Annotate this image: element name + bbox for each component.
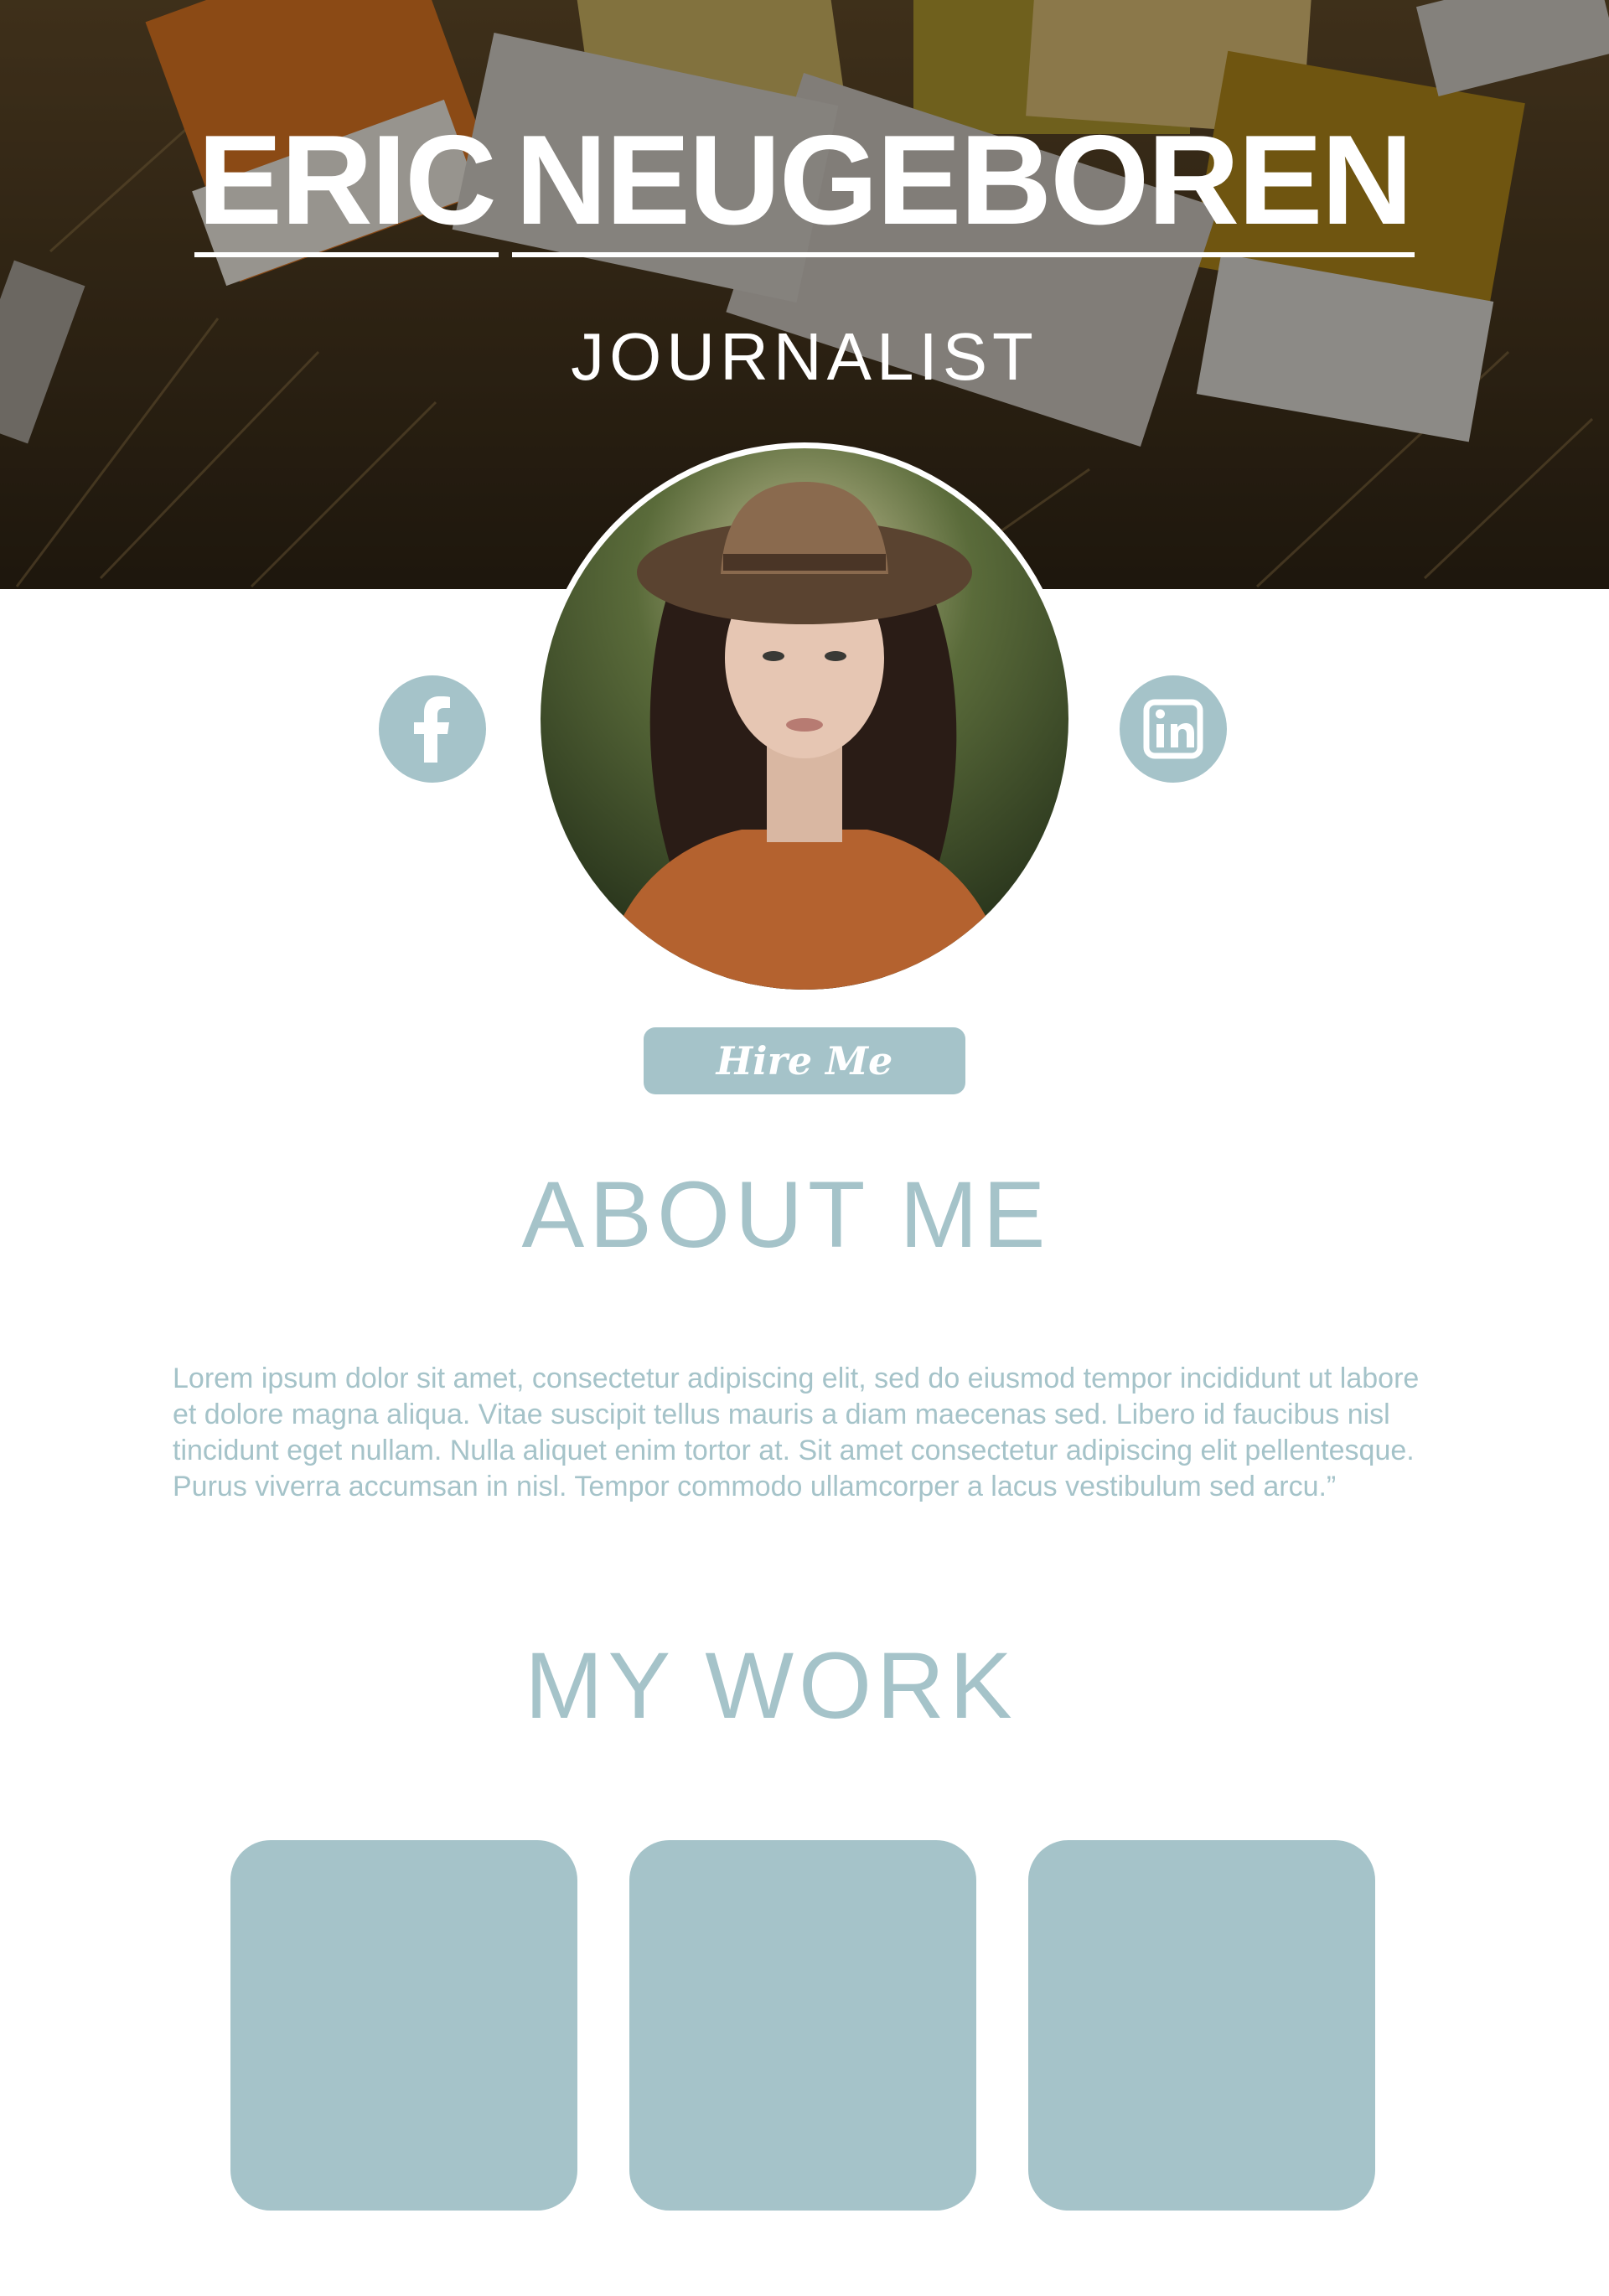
about-body: Lorem ipsum dolor sit amet, consectetur … <box>173 1363 1420 1502</box>
name-last: NEUGEBOREN <box>511 113 1415 257</box>
about-title: ABOUT ME <box>521 1162 1051 1267</box>
linkedin-icon <box>1143 699 1203 759</box>
work-tile-3[interactable] <box>1028 1840 1375 2211</box>
hero-role: JOURNALIST <box>571 319 1038 394</box>
work-tile-2[interactable] <box>629 1840 976 2211</box>
work-title: MY WORK <box>525 1633 1017 1738</box>
facebook-button[interactable] <box>379 675 486 783</box>
hire-me-button[interactable]: Hire Me <box>644 1027 965 1094</box>
profile-photo <box>541 448 1068 990</box>
work-tile-1[interactable] <box>230 1840 577 2211</box>
linkedin-button[interactable] <box>1120 675 1227 783</box>
avatar <box>535 442 1074 995</box>
facebook-icon <box>414 696 450 763</box>
hero-name: ERIC NEUGEBOREN <box>0 113 1609 257</box>
name-first: ERIC <box>194 113 499 257</box>
